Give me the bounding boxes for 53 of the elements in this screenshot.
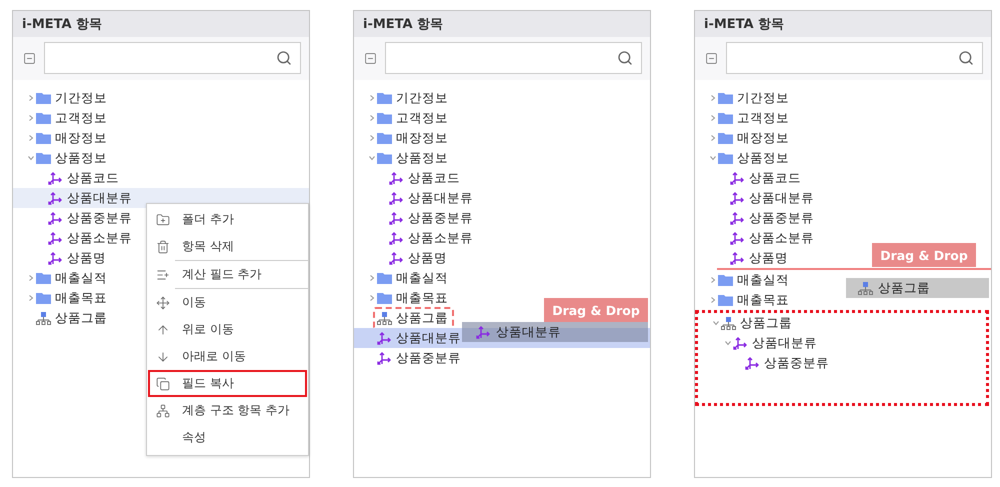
- menu-item[interactable]: 계산 필드 추가: [148, 261, 307, 288]
- tree-item[interactable]: 상품대분류: [379, 188, 476, 208]
- tree-item[interactable]: 매출목표: [708, 290, 792, 310]
- tree-item[interactable]: 상품그룹: [26, 308, 110, 328]
- tree-item[interactable]: 상품그룹: [711, 313, 795, 333]
- menu-item[interactable]: 이동: [148, 289, 307, 316]
- menu-item[interactable]: 폴더 추가: [148, 206, 307, 233]
- panel-title: i-META 항목: [13, 11, 309, 37]
- menu-item[interactable]: 위로 이동: [148, 316, 307, 343]
- tree-item[interactable]: 상품명: [720, 248, 791, 268]
- menu-item[interactable]: 항목 삭제: [148, 233, 307, 260]
- panel-title: i-META 항목: [354, 11, 650, 37]
- tree-item[interactable]: 상품코드: [379, 168, 463, 188]
- tree-item[interactable]: 기간정보: [708, 88, 792, 108]
- tree-item[interactable]: 상품코드: [720, 168, 804, 188]
- menu-item[interactable]: 계층 구조 항목 추가: [148, 397, 307, 424]
- drag-ghost: 상품대분류: [462, 322, 648, 342]
- tree-item[interactable]: 매장정보: [367, 128, 451, 148]
- tree-item[interactable]: 매장정보: [26, 128, 110, 148]
- tree-item[interactable]: 상품정보: [708, 148, 792, 168]
- drag-hint: Drag & Drop: [872, 243, 976, 267]
- panel-title: i-META 항목: [695, 11, 991, 37]
- tree-item[interactable]: 고객정보: [26, 108, 110, 128]
- tree-item[interactable]: 매출실적: [708, 270, 792, 290]
- tree-item[interactable]: 상품명: [38, 248, 109, 268]
- tree-item[interactable]: 상품코드: [38, 168, 122, 188]
- tree-item[interactable]: 매출목표: [367, 288, 451, 308]
- tree-item[interactable]: 매출실적: [367, 268, 451, 288]
- drag-hint: Drag & Drop: [544, 298, 648, 322]
- tree-item[interactable]: 상품중분류: [38, 208, 135, 228]
- tree-item[interactable]: 상품중분류: [720, 208, 817, 228]
- tree-item[interactable]: 매출목표: [26, 288, 110, 308]
- tree-item[interactable]: 상품중분류: [379, 208, 476, 228]
- tree-item[interactable]: 상품소분류: [379, 228, 476, 248]
- drag-ghost: 상품그룹: [846, 278, 989, 298]
- tree-item[interactable]: 상품대분류: [720, 188, 817, 208]
- tree-item[interactable]: 매출실적: [26, 268, 110, 288]
- tree-item[interactable]: 상품중분류: [735, 353, 832, 373]
- tree-item[interactable]: 상품정보: [26, 148, 110, 168]
- tree-item[interactable]: 기간정보: [26, 88, 110, 108]
- tree-item[interactable]: 기간정보: [367, 88, 451, 108]
- tree-item[interactable]: 상품정보: [367, 148, 451, 168]
- menu-item[interactable]: 속성: [148, 424, 307, 451]
- menu-item[interactable]: 필드 복사: [148, 370, 307, 397]
- tree-item[interactable]: 상품소분류: [720, 228, 817, 248]
- tree-item[interactable]: 매장정보: [708, 128, 792, 148]
- tree-item[interactable]: 상품명: [379, 248, 450, 268]
- tree-item[interactable]: 고객정보: [708, 108, 792, 128]
- menu-item[interactable]: 아래로 이동: [148, 343, 307, 370]
- tree-item[interactable]: 상품소분류: [38, 228, 135, 248]
- tree-item[interactable]: 고객정보: [367, 108, 451, 128]
- tree-item[interactable]: 상품중분류: [367, 348, 464, 368]
- tree-item[interactable]: 상품대분류: [723, 333, 820, 353]
